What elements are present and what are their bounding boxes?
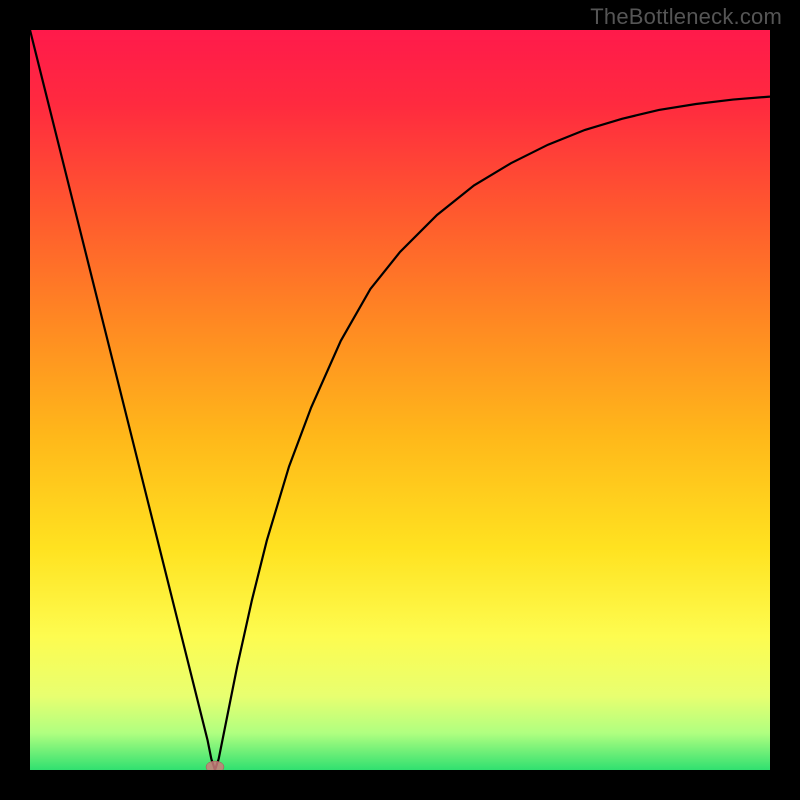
plot-svg [30, 30, 770, 770]
watermark-text: TheBottleneck.com [590, 4, 782, 30]
gradient-background [30, 30, 770, 770]
plot-area [30, 30, 770, 770]
chart-frame: TheBottleneck.com [0, 0, 800, 800]
